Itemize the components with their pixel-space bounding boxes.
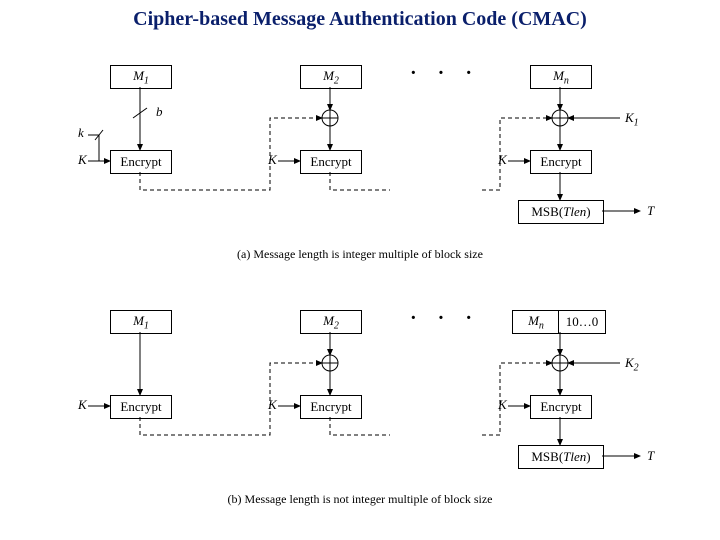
k2-label: K2 [625, 355, 639, 374]
m1-label: M1 [133, 68, 149, 87]
t-label-b: T [647, 448, 654, 464]
caption-a: (a) Message length is integer multiple o… [0, 247, 720, 262]
page-title: Cipher-based Message Authentication Code… [0, 8, 720, 31]
k-label-2-a: K [268, 152, 277, 168]
block-m1-a: M1 [110, 65, 172, 89]
k-label-1-a: K [78, 152, 87, 168]
k-label-n-b: K [498, 397, 507, 413]
encrypt-n-a: Encrypt [530, 150, 592, 174]
mn-label-b: Mn [528, 313, 544, 332]
encrypt-2-a: Encrypt [300, 150, 362, 174]
block-mn-b: Mn [512, 310, 560, 334]
msb-box-b: MSB(Tlen) [518, 445, 604, 469]
msb-box-a: MSB(Tlen) [518, 200, 604, 224]
k-label-1-b: K [78, 397, 87, 413]
b-label: b [156, 104, 163, 120]
msb-label-b: MSB(Tlen) [531, 449, 590, 465]
m1-label-b: M1 [133, 313, 149, 332]
msb-label-a: MSB(Tlen) [531, 204, 590, 220]
encrypt-1-a: Encrypt [110, 150, 172, 174]
encrypt-n-b: Encrypt [530, 395, 592, 419]
m2-label-b: M2 [323, 313, 339, 332]
caption-b: (b) Message length is not integer multip… [0, 492, 720, 507]
t-label-a: T [647, 203, 654, 219]
ellipsis-a-top: · · · [410, 62, 480, 85]
encrypt-2-b: Encrypt [300, 395, 362, 419]
block-m2-a: M2 [300, 65, 362, 89]
k-label-2-b: K [268, 397, 277, 413]
pad-block: 10…0 [558, 310, 606, 334]
k1-label: K1 [625, 110, 639, 129]
ellipsis-b-top: · · · [410, 307, 480, 330]
k-small-label: k [78, 125, 84, 141]
block-m1-b: M1 [110, 310, 172, 334]
m2-label: M2 [323, 68, 339, 87]
k-label-n-a: K [498, 152, 507, 168]
encrypt-1-b: Encrypt [110, 395, 172, 419]
block-m2-b: M2 [300, 310, 362, 334]
mn-label: Mn [553, 68, 569, 87]
block-mn-a: Mn [530, 65, 592, 89]
